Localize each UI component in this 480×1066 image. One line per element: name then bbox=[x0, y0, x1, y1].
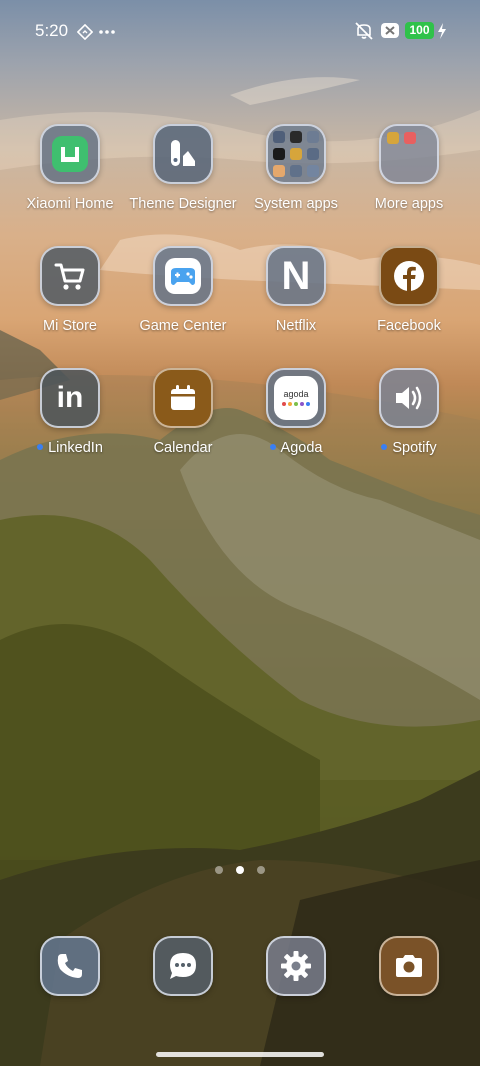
app-icon bbox=[379, 246, 439, 306]
app-facebook[interactable]: Facebook bbox=[349, 246, 469, 334]
nav-diamond-icon bbox=[77, 24, 93, 40]
linkedin-in-icon: in bbox=[40, 368, 100, 428]
agoda-dots bbox=[282, 402, 310, 406]
app-folder-system-apps[interactable]: System apps bbox=[236, 124, 356, 212]
app-label: Agoda bbox=[280, 440, 323, 456]
folder-preview-grid bbox=[387, 132, 416, 144]
app-label: Xiaomi Home bbox=[26, 196, 114, 212]
calendar-icon bbox=[171, 385, 195, 410]
app-icon bbox=[153, 936, 213, 996]
app-icon bbox=[153, 246, 213, 306]
app-icon bbox=[379, 368, 439, 428]
app-game-center[interactable]: Game Center bbox=[123, 246, 243, 334]
agoda-icon: agoda bbox=[266, 368, 326, 428]
folder-preview-grid bbox=[273, 131, 319, 177]
camera-icon bbox=[396, 955, 422, 977]
app-icon bbox=[266, 936, 326, 996]
app-label: Facebook bbox=[377, 318, 441, 334]
phone-icon bbox=[57, 954, 82, 978]
home-indicator[interactable] bbox=[156, 1052, 324, 1057]
speaker-icon bbox=[396, 386, 422, 410]
dock-phone[interactable] bbox=[40, 936, 100, 996]
mute-icon bbox=[355, 22, 373, 40]
netflix-n-icon: N bbox=[266, 246, 326, 306]
app-linkedin[interactable]: in LinkedIn bbox=[10, 368, 130, 456]
app-label: Spotify bbox=[392, 440, 437, 456]
app-mi-store[interactable]: Mi Store bbox=[10, 246, 130, 334]
battery-icon: 100 bbox=[405, 22, 434, 39]
app-label: System apps bbox=[254, 196, 338, 212]
clock: 5:20 bbox=[35, 21, 69, 40]
app-icon bbox=[40, 246, 100, 306]
notification-dot bbox=[37, 444, 44, 451]
page-indicator[interactable] bbox=[0, 866, 480, 876]
app-label: Mi Store bbox=[43, 318, 97, 334]
page-dot[interactable] bbox=[215, 866, 223, 874]
facebook-f-icon bbox=[394, 261, 424, 291]
gear-icon bbox=[281, 951, 311, 981]
app-icon bbox=[379, 936, 439, 996]
app-icon bbox=[153, 368, 213, 428]
agoda-logo: agoda bbox=[274, 376, 318, 420]
app-calendar[interactable]: Calendar bbox=[123, 368, 243, 456]
page-dot-active[interactable] bbox=[236, 866, 244, 874]
app-icon bbox=[153, 124, 213, 184]
agoda-logo-text: agoda bbox=[283, 389, 309, 399]
app-label: Game Center bbox=[139, 318, 227, 334]
app-agoda[interactable]: agoda Agoda bbox=[236, 368, 356, 456]
app-label: Calendar bbox=[153, 440, 213, 456]
netflix-letter: N bbox=[281, 254, 311, 298]
notification-dot bbox=[269, 444, 276, 451]
app-label: Netflix bbox=[275, 318, 317, 334]
app-xiaomi-home[interactable]: Xiaomi Home bbox=[10, 124, 130, 212]
app-label: More apps bbox=[374, 196, 444, 212]
no-sim-icon bbox=[381, 23, 399, 38]
message-icon bbox=[170, 953, 196, 979]
linkedin-text: in bbox=[56, 381, 84, 414]
folder-icon bbox=[379, 124, 439, 184]
app-label: Theme Designer bbox=[129, 196, 237, 212]
folder-icon bbox=[266, 124, 326, 184]
app-netflix[interactable]: N Netflix bbox=[236, 246, 356, 334]
cart-icon bbox=[54, 263, 85, 290]
app-icon bbox=[40, 124, 100, 184]
charging-icon bbox=[438, 23, 446, 39]
app-label: LinkedIn bbox=[48, 440, 103, 456]
dock-messages[interactable] bbox=[153, 936, 213, 996]
dock-settings[interactable] bbox=[266, 936, 326, 996]
gamepad-icon bbox=[165, 258, 201, 294]
app-spotify[interactable]: Spotify bbox=[349, 368, 469, 456]
xiaomi-home-icon bbox=[52, 136, 88, 172]
app-folder-more-apps[interactable]: More apps bbox=[349, 124, 469, 212]
app-icon bbox=[40, 936, 100, 996]
app-theme-designer[interactable]: Theme Designer bbox=[123, 124, 243, 212]
notification-dot bbox=[381, 444, 388, 451]
theme-designer-icon bbox=[171, 140, 195, 166]
page-dot[interactable] bbox=[257, 866, 265, 874]
more-dots-icon bbox=[99, 30, 115, 34]
status-bar: 5:20 100 bbox=[0, 0, 480, 62]
dock-camera[interactable] bbox=[379, 936, 439, 996]
